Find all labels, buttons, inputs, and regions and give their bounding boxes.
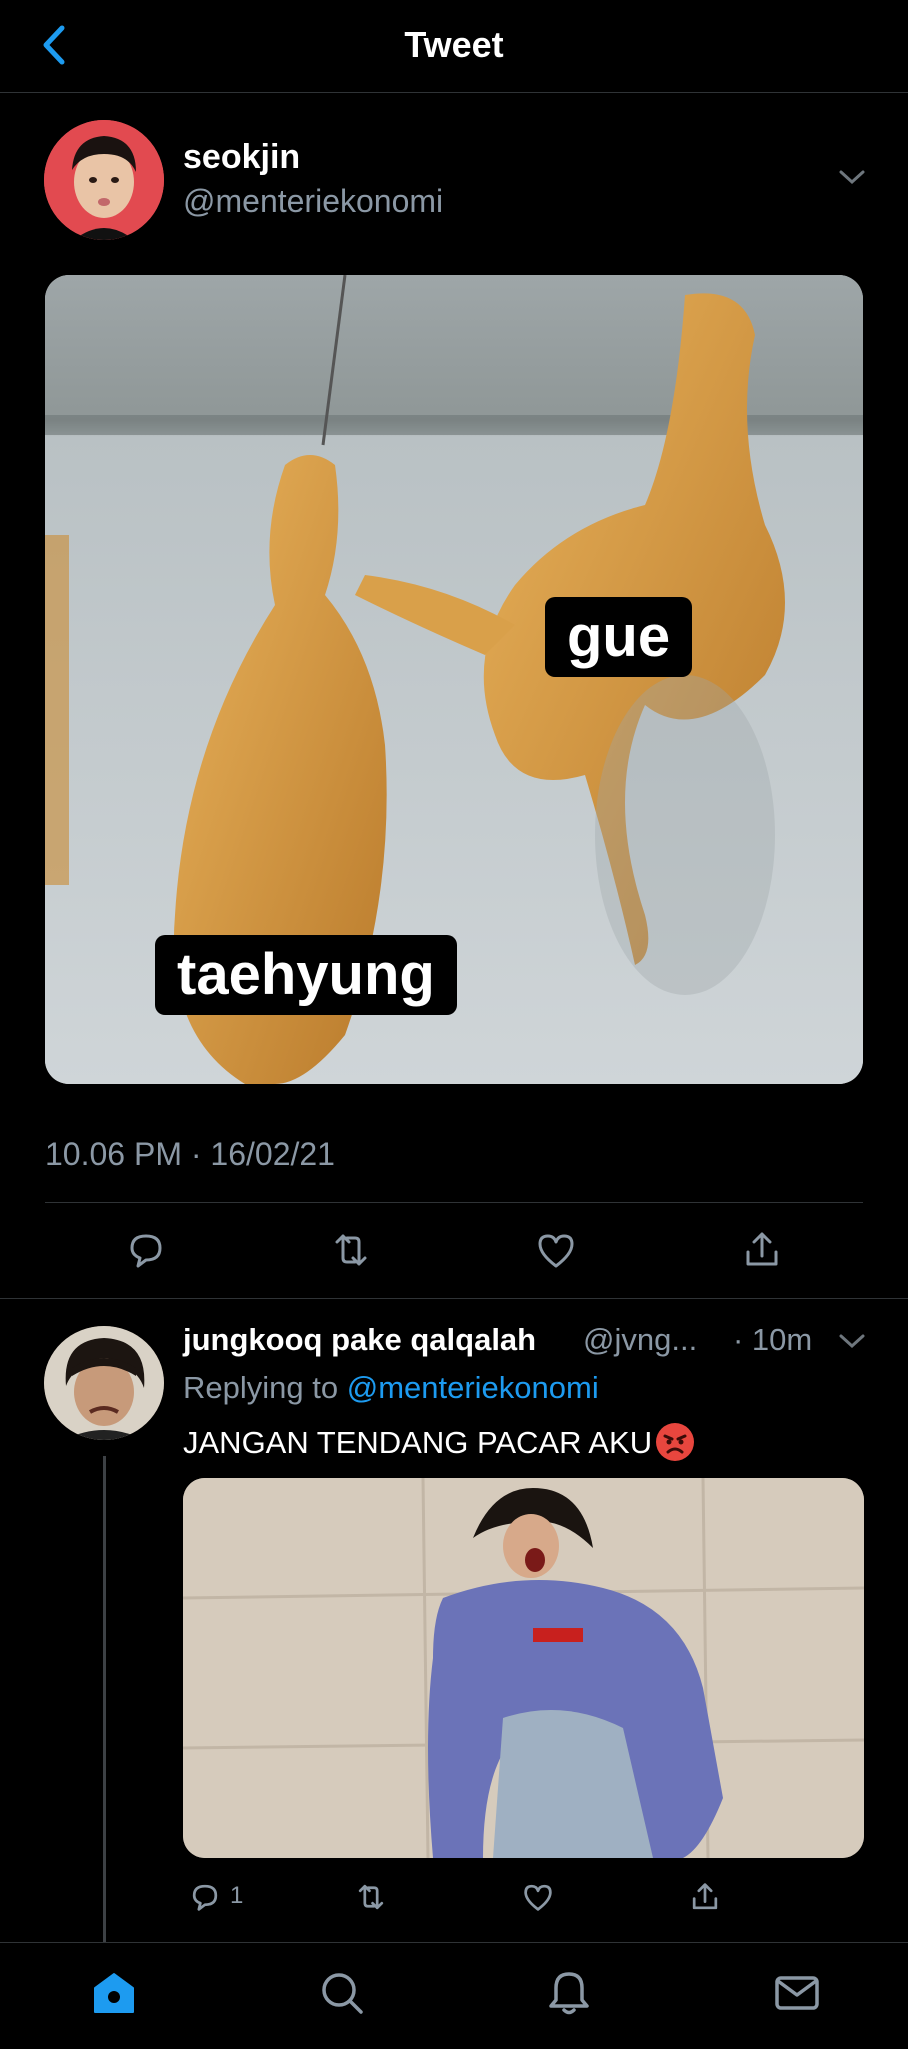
retweet-icon[interactable]: [329, 1228, 373, 1272]
author-name[interactable]: seokjin: [183, 138, 300, 177]
reply-icon[interactable]: [188, 1880, 222, 1914]
like-icon[interactable]: [521, 1880, 555, 1914]
divider: [0, 1298, 908, 1299]
thread-line: [103, 1456, 106, 1942]
messages-icon[interactable]: [774, 1970, 820, 2016]
reply-author-name[interactable]: jungkooq pake qalqalah: [183, 1322, 536, 1358]
share-icon[interactable]: [688, 1880, 722, 1914]
divider: [45, 1202, 863, 1203]
reply-text: JANGAN TENDANG PACAR AKU: [183, 1423, 695, 1461]
author-handle[interactable]: @menteriekonomi: [183, 183, 443, 220]
reply-author-handle[interactable]: @jvng...: [583, 1322, 697, 1358]
share-icon[interactable]: [740, 1228, 784, 1272]
reply-count: 1: [230, 1882, 244, 1909]
tweet-image[interactable]: gue taehyung: [45, 275, 863, 1084]
reply-time: · 10m: [733, 1322, 813, 1357]
replying-to: Replying to @menteriekonomi: [183, 1370, 599, 1405]
mention-link[interactable]: @menteriekonomi: [347, 1370, 599, 1405]
angry-face-emoji-icon: [656, 1423, 695, 1461]
retweet-icon[interactable]: [354, 1880, 388, 1914]
search-icon[interactable]: [319, 1970, 365, 2016]
like-icon[interactable]: [534, 1228, 578, 1272]
chevron-down-icon[interactable]: [838, 168, 866, 186]
chevron-down-icon[interactable]: [838, 1332, 866, 1350]
meme-label-top: gue: [545, 597, 693, 677]
avatar[interactable]: [44, 120, 164, 240]
notifications-icon[interactable]: [546, 1970, 592, 2016]
home-icon[interactable]: [91, 1970, 137, 2016]
meme-label-bottom: taehyung: [155, 935, 457, 1015]
reply-image[interactable]: [183, 1478, 864, 1858]
tweet-timestamp: 10.06 PM · 16/02/21: [45, 1136, 335, 1172]
reply-avatar[interactable]: [44, 1326, 164, 1440]
page-title: Tweet: [404, 24, 504, 65]
reply-icon[interactable]: [124, 1228, 168, 1272]
